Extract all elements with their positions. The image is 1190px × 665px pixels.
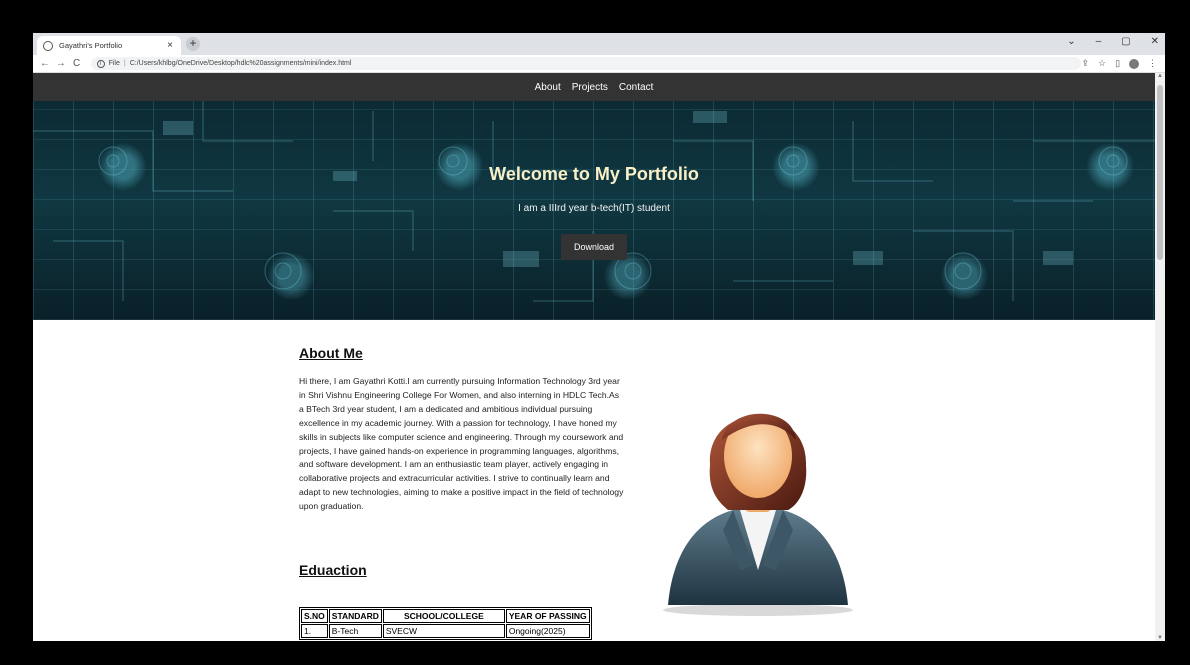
url-text[interactable]: C:/Users/khlbg/OneDrive/Desktop/hdlc%20a…: [130, 60, 352, 67]
url-scheme-label: File: [108, 60, 120, 67]
web-page: About Projects Contact Welcome to My Por…: [33, 73, 1155, 641]
tab-portfolio[interactable]: Gayathri's Portfolio ×: [37, 36, 181, 55]
hero-title: Welcome to My Portfolio: [489, 164, 699, 184]
forward-icon[interactable]: →: [53, 58, 69, 69]
scroll-up-icon[interactable]: ▲: [1155, 73, 1165, 79]
column-header: S.NO: [301, 609, 328, 623]
info-icon[interactable]: i: [96, 59, 105, 68]
close-tab-icon[interactable]: ×: [165, 40, 175, 51]
education-table: S.NO STANDARD SCHOOL/COLLEGE YEAR OF PAS…: [299, 607, 592, 640]
table-cell: 1.: [301, 624, 328, 638]
url-separator: |: [123, 60, 126, 67]
page-scrollbar[interactable]: ▲ ▼: [1155, 73, 1165, 641]
reload-icon[interactable]: C: [69, 58, 85, 69]
profile-illustration: [658, 370, 858, 620]
main-content: About Me Hi there, I am Gayathri Kotti.I…: [33, 320, 1155, 640]
table-row: 1. B-Tech SVECW Ongoing(2025): [301, 624, 590, 638]
table-cell: SVECW: [382, 624, 505, 638]
woman-avatar-icon: [663, 413, 853, 616]
table-cell: B-Tech: [328, 624, 382, 638]
table-header-row: S.NO STANDARD SCHOOL/COLLEGE YEAR OF PAS…: [301, 609, 590, 623]
browser-window: Gayathri's Portfolio × + ⌄ – ▢ ✕ ← → C i…: [33, 33, 1165, 641]
share-icon[interactable]: ⇪: [1081, 58, 1089, 69]
nav-link-about[interactable]: About: [535, 82, 561, 93]
window-controls: ⌄ – ▢ ✕: [1067, 36, 1159, 47]
back-icon[interactable]: ←: [37, 58, 53, 69]
address-toolbar: ← → C i File | C:/Users/khlbg/OneDrive/D…: [33, 55, 1165, 73]
about-text: Hi there, I am Gayathri Kotti.I am curre…: [299, 376, 624, 512]
nav-link-contact[interactable]: Contact: [619, 82, 653, 93]
tab-title: Gayathri's Portfolio: [59, 41, 123, 50]
column-header: STANDARD: [328, 609, 382, 623]
scroll-down-icon[interactable]: ▼: [1155, 635, 1165, 641]
side-panel-icon[interactable]: ▯: [1115, 58, 1120, 69]
address-bar[interactable]: i File | C:/Users/khlbg/OneDrive/Desktop…: [90, 57, 1082, 70]
new-tab-button[interactable]: +: [186, 37, 200, 51]
toolbar-icons: ⇪ ☆ ▯ ⋮: [1081, 58, 1157, 69]
column-header: YEAR OF PASSING: [505, 609, 590, 623]
hero-banner: Welcome to My Portfolio I am a IIIrd yea…: [33, 101, 1155, 320]
about-heading: About Me: [299, 345, 363, 361]
scrollbar-thumb[interactable]: [1157, 85, 1163, 260]
bookmark-star-icon[interactable]: ☆: [1098, 58, 1106, 69]
nav-link-projects[interactable]: Projects: [572, 82, 608, 93]
minimize-button[interactable]: –: [1096, 36, 1102, 47]
maximize-button[interactable]: ▢: [1121, 36, 1130, 47]
tab-strip: Gayathri's Portfolio × + ⌄ – ▢ ✕: [33, 33, 1165, 55]
education-heading: Eduaction: [299, 562, 367, 578]
globe-icon: [43, 40, 53, 51]
profile-avatar-icon[interactable]: [1129, 58, 1140, 69]
top-nav: About Projects Contact: [33, 73, 1155, 101]
tab-search-icon[interactable]: ⌄: [1067, 36, 1075, 47]
hero-subtitle: I am a IIIrd year b-tech(IT) student: [518, 203, 670, 214]
menu-dots-icon[interactable]: ⋮: [1148, 58, 1157, 69]
download-button[interactable]: Download: [561, 234, 627, 260]
column-header: SCHOOL/COLLEGE: [382, 609, 505, 623]
table-cell: Ongoing(2025): [505, 624, 590, 638]
close-window-button[interactable]: ✕: [1151, 36, 1159, 47]
